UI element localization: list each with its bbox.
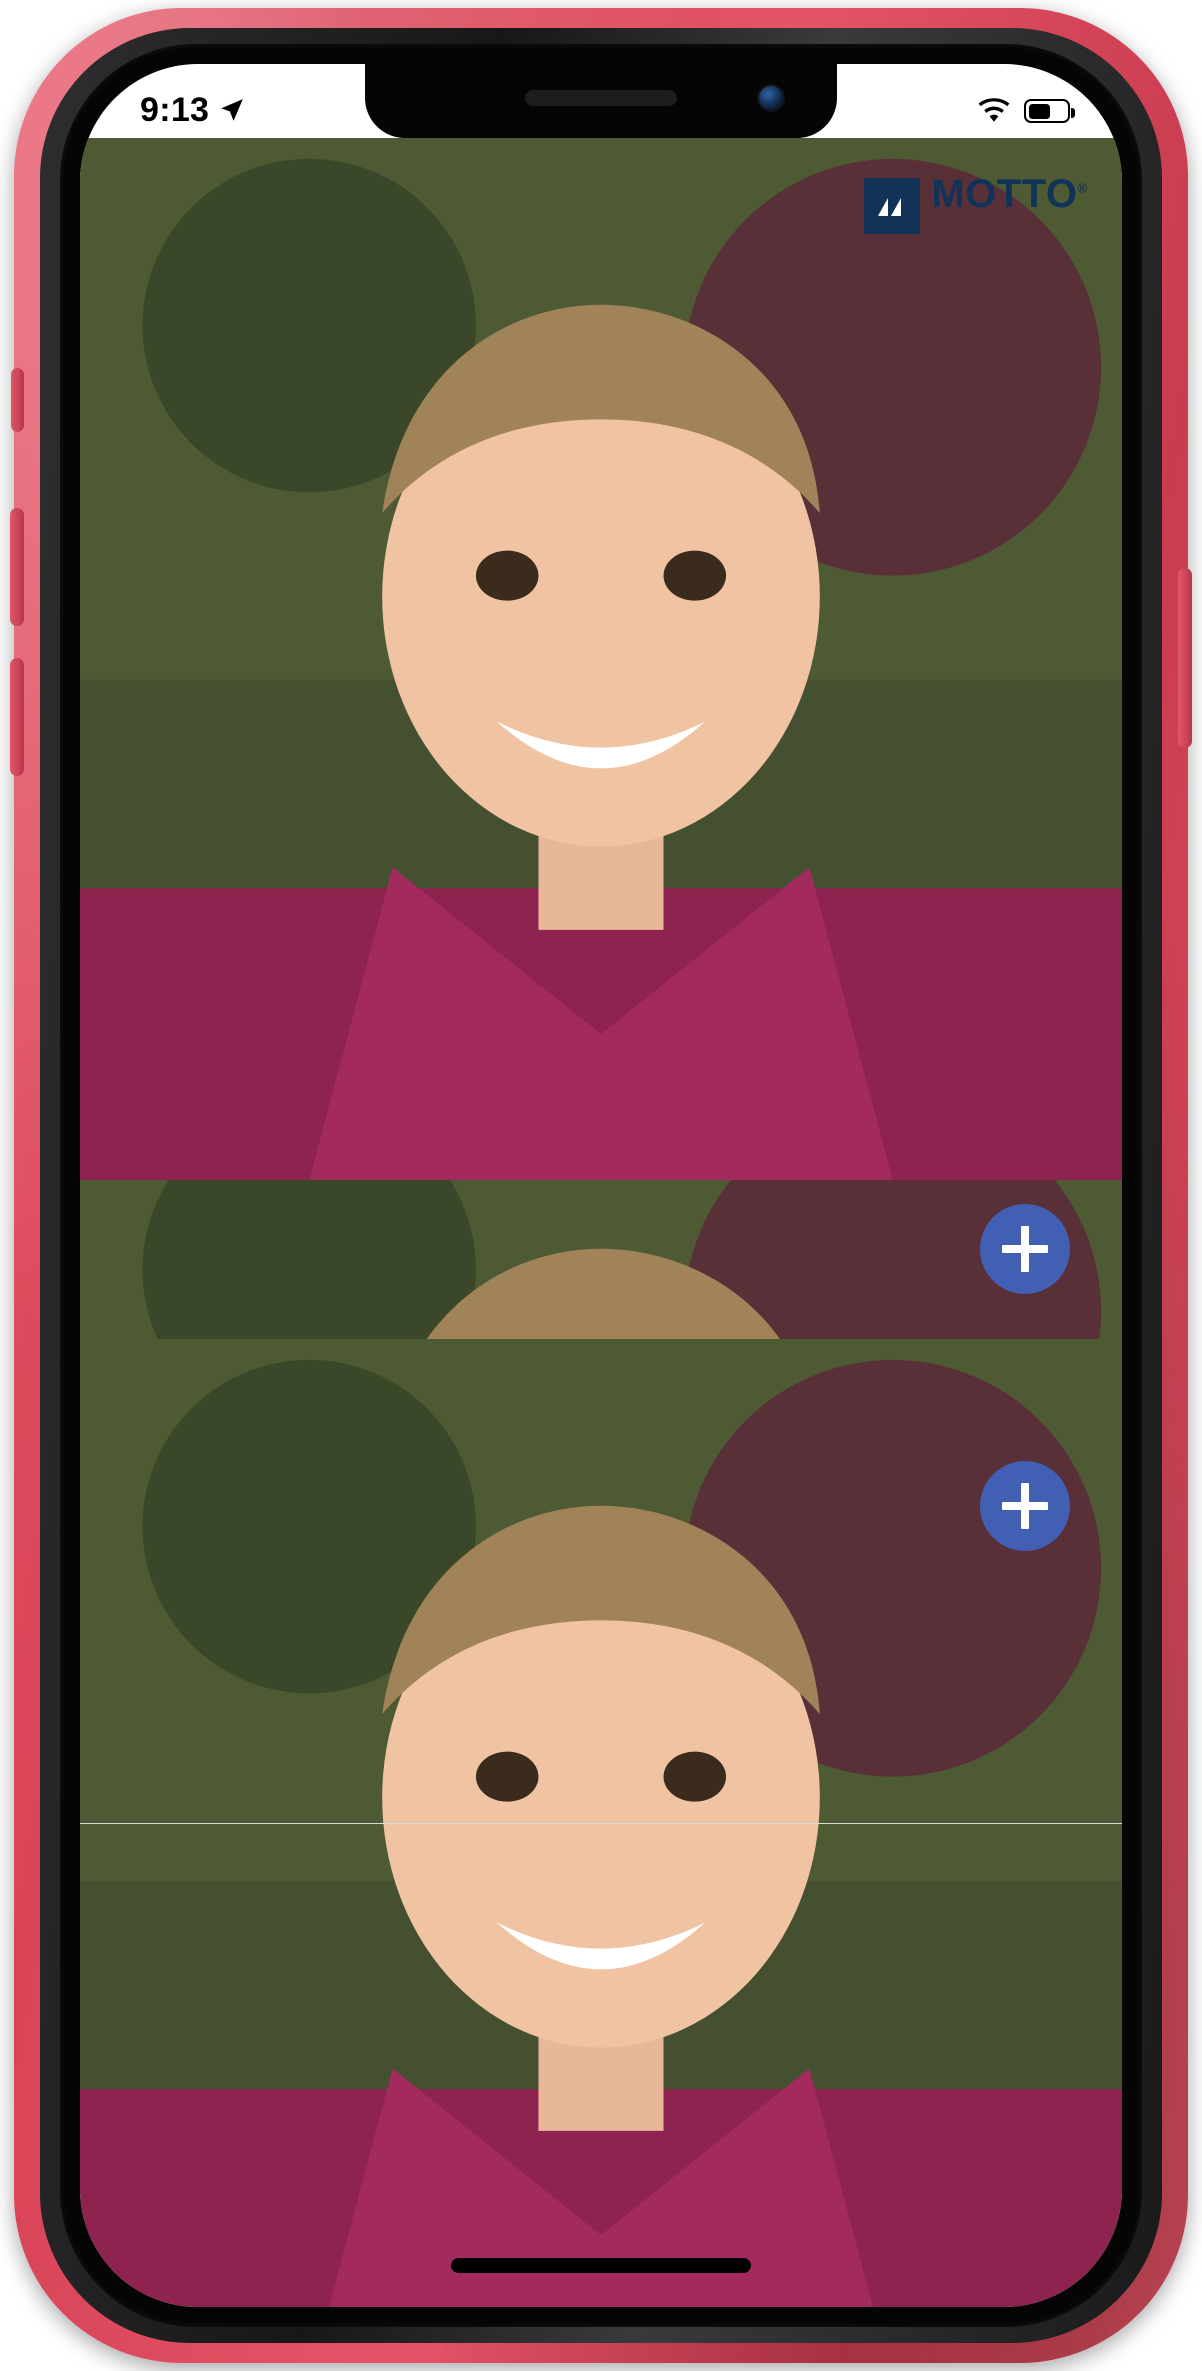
app-header: Jay Brockmeyer (321) 418-6555 MOTTO® MOR: [80, 138, 1122, 1180]
power-button[interactable]: [1178, 568, 1192, 748]
status-bar-left: 9:13: [140, 93, 245, 127]
motto-square-mark-icon: [864, 178, 921, 235]
avatar[interactable]: [80, 1082, 1122, 2125]
plus-icon-vertical: [1021, 1226, 1029, 1272]
volume-up-button[interactable]: [10, 508, 24, 626]
status-time: 9:13: [140, 91, 210, 129]
brand-name: MOTTO®: [931, 171, 1088, 216]
list-item[interactable]: Sharanpreet - Group 2 members: [80, 1339, 1122, 2307]
contact-avatar[interactable]: [80, 138, 1122, 1180]
brand-name-text: MOTTO: [931, 171, 1078, 216]
add-member-button[interactable]: [980, 1460, 1070, 1551]
front-camera-icon: [759, 86, 783, 110]
status-bar-right: [977, 96, 1075, 124]
earpiece-speaker: [525, 90, 677, 106]
registered-mark: ®: [1077, 180, 1088, 196]
avatar[interactable]: [80, 1339, 1122, 2307]
phone-device: 9:13 MOTTO®: [10, 8, 1192, 2363]
volume-down-button[interactable]: [10, 658, 24, 776]
member-avatar-list: [80, 1082, 1122, 2125]
home-indicator[interactable]: [451, 2258, 751, 2273]
add-member-button[interactable]: [980, 1204, 1070, 1294]
device-notch: [365, 64, 837, 138]
battery-icon: [1024, 99, 1075, 123]
member-avatar-list: [80, 1339, 1122, 2307]
battery-fill: [1028, 103, 1051, 119]
phone-screen: 9:13 MOTTO®: [80, 64, 1122, 2307]
mute-switch[interactable]: [11, 368, 24, 432]
list-item-partial[interactable]: [80, 1596, 1122, 1824]
location-arrow-icon: [219, 97, 245, 123]
wifi-icon: [977, 98, 1011, 124]
plus-icon-vertical: [1021, 1482, 1029, 1529]
